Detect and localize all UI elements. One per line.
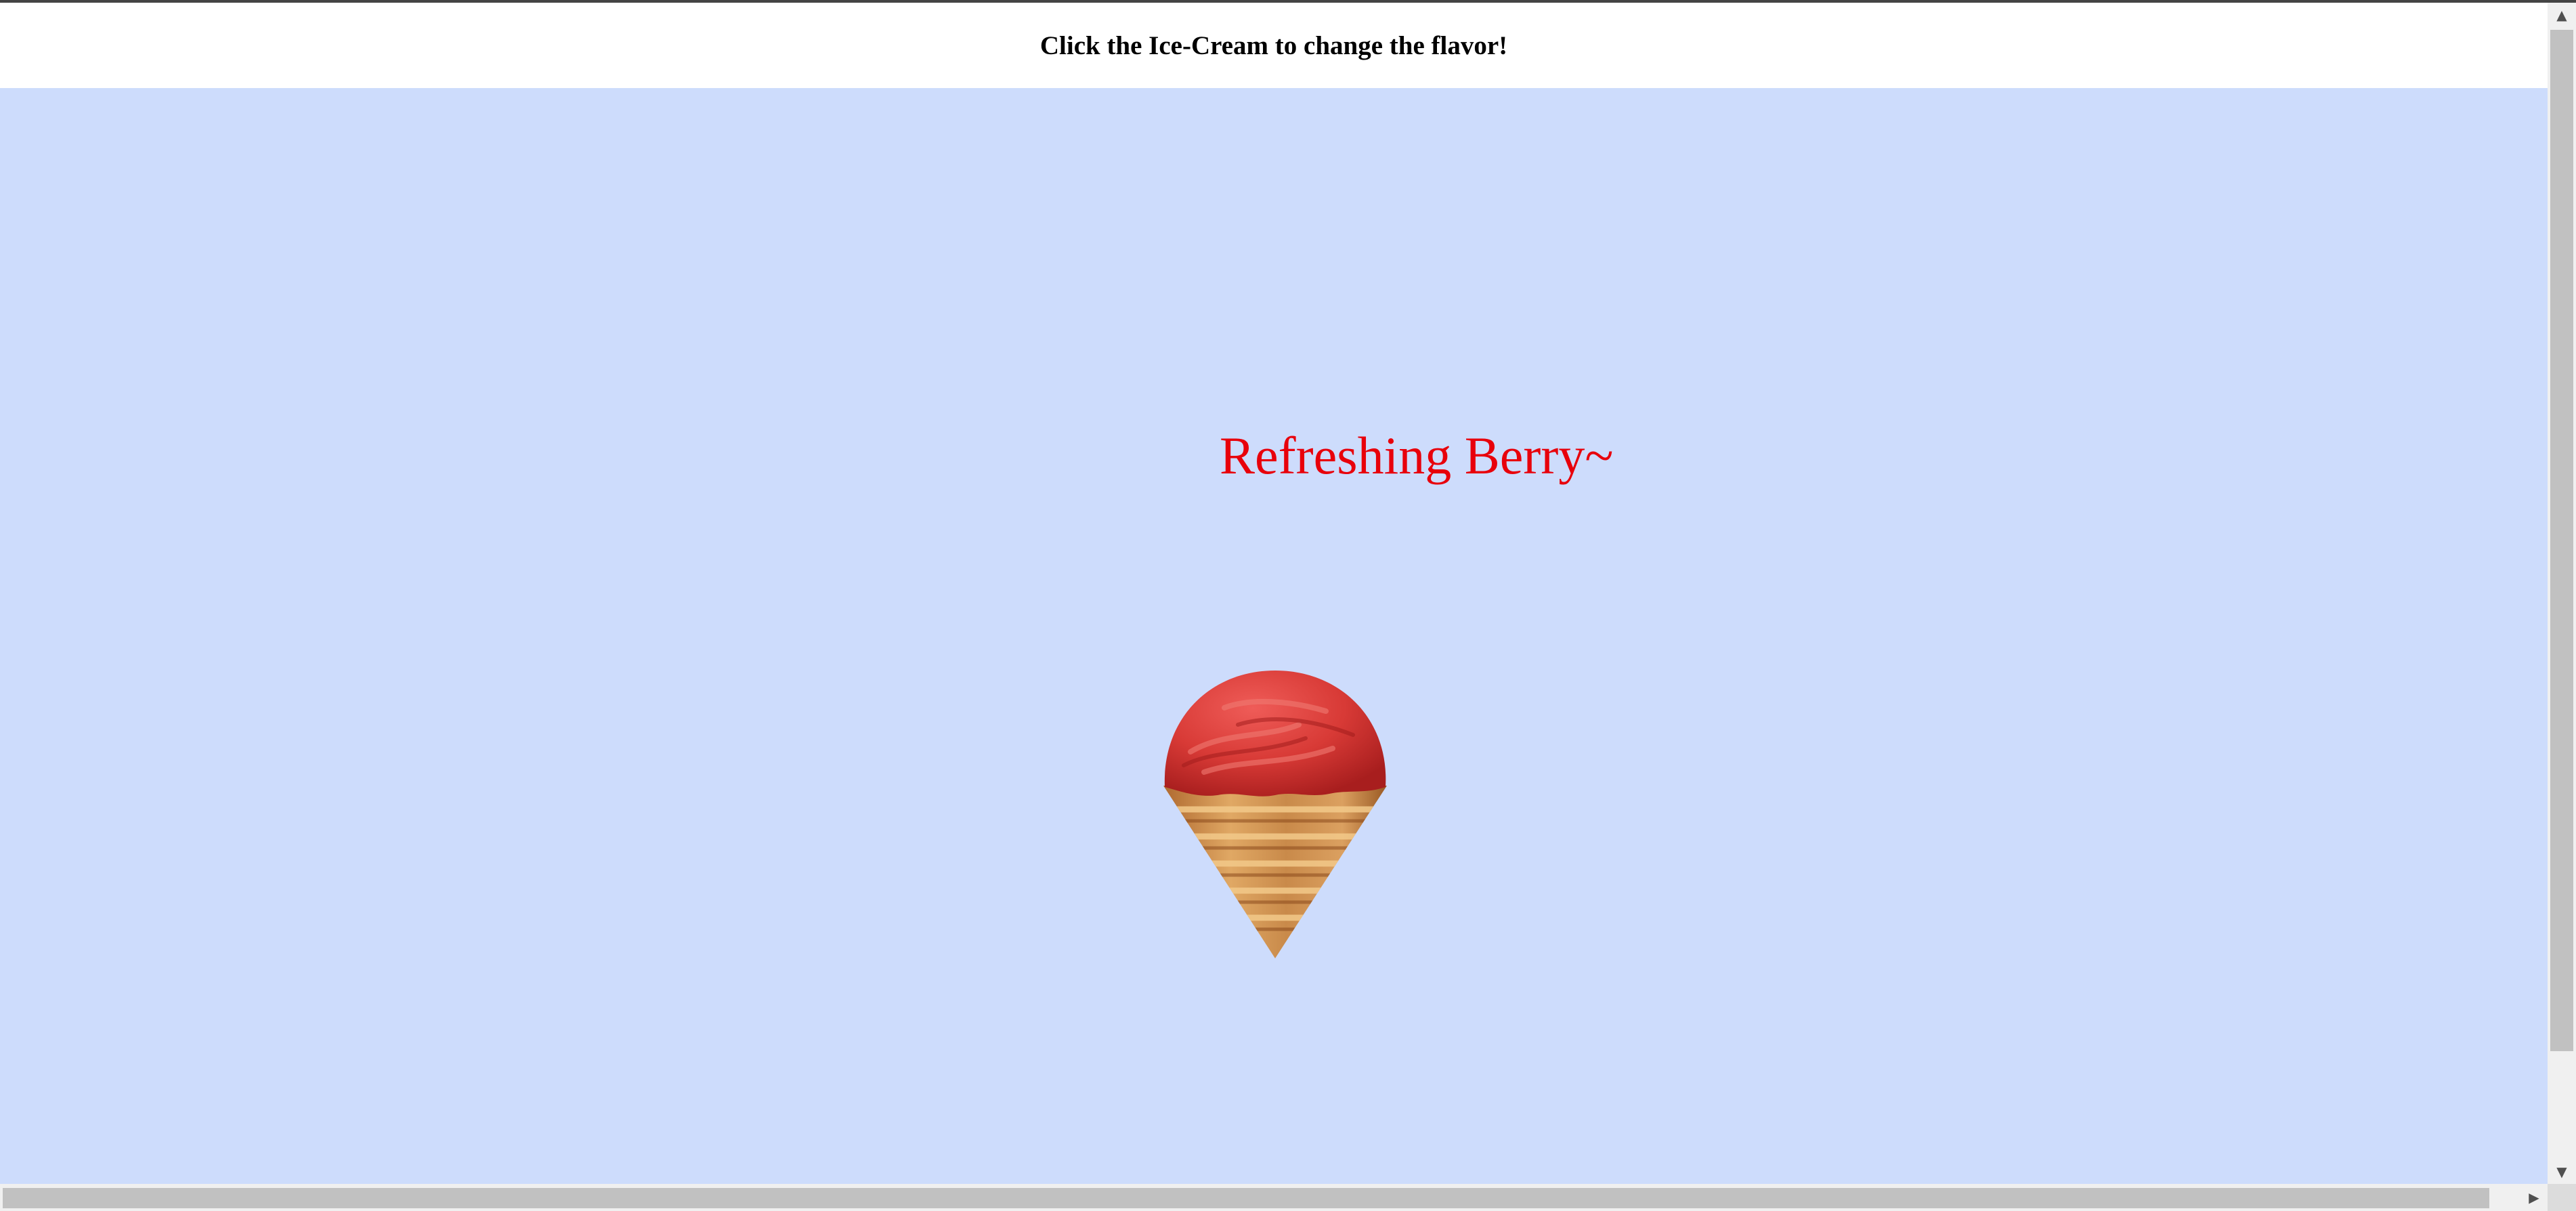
scroll-down-icon[interactable]: ▼ [2548,1160,2576,1184]
page-header: Click the Ice-Cream to change the flavor… [0,3,2548,88]
scrollbar-corner [2548,1184,2576,1211]
vertical-scrollbar[interactable]: ▲ ▼ [2548,3,2576,1184]
ice-cream-button[interactable] [1163,671,1387,962]
horizontal-scroll-thumb[interactable] [3,1188,2489,1208]
horizontal-scrollbar[interactable]: ▶ [0,1184,2548,1211]
scroll-up-icon[interactable]: ▲ [2548,3,2576,27]
instruction-text: Click the Ice-Cream to change the flavor… [1039,30,1508,60]
ice-cream-cone-icon [1163,671,1387,958]
flavor-label: Refreshing Berry~ [1220,426,1614,485]
scroll-right-icon[interactable]: ▶ [2520,1184,2548,1211]
ice-cream-stage: Refreshing Berry~ [0,88,2548,1184]
vertical-scroll-thumb[interactable] [2550,30,2573,1051]
browser-viewport: Click the Ice-Cream to change the flavor… [0,0,2576,1211]
